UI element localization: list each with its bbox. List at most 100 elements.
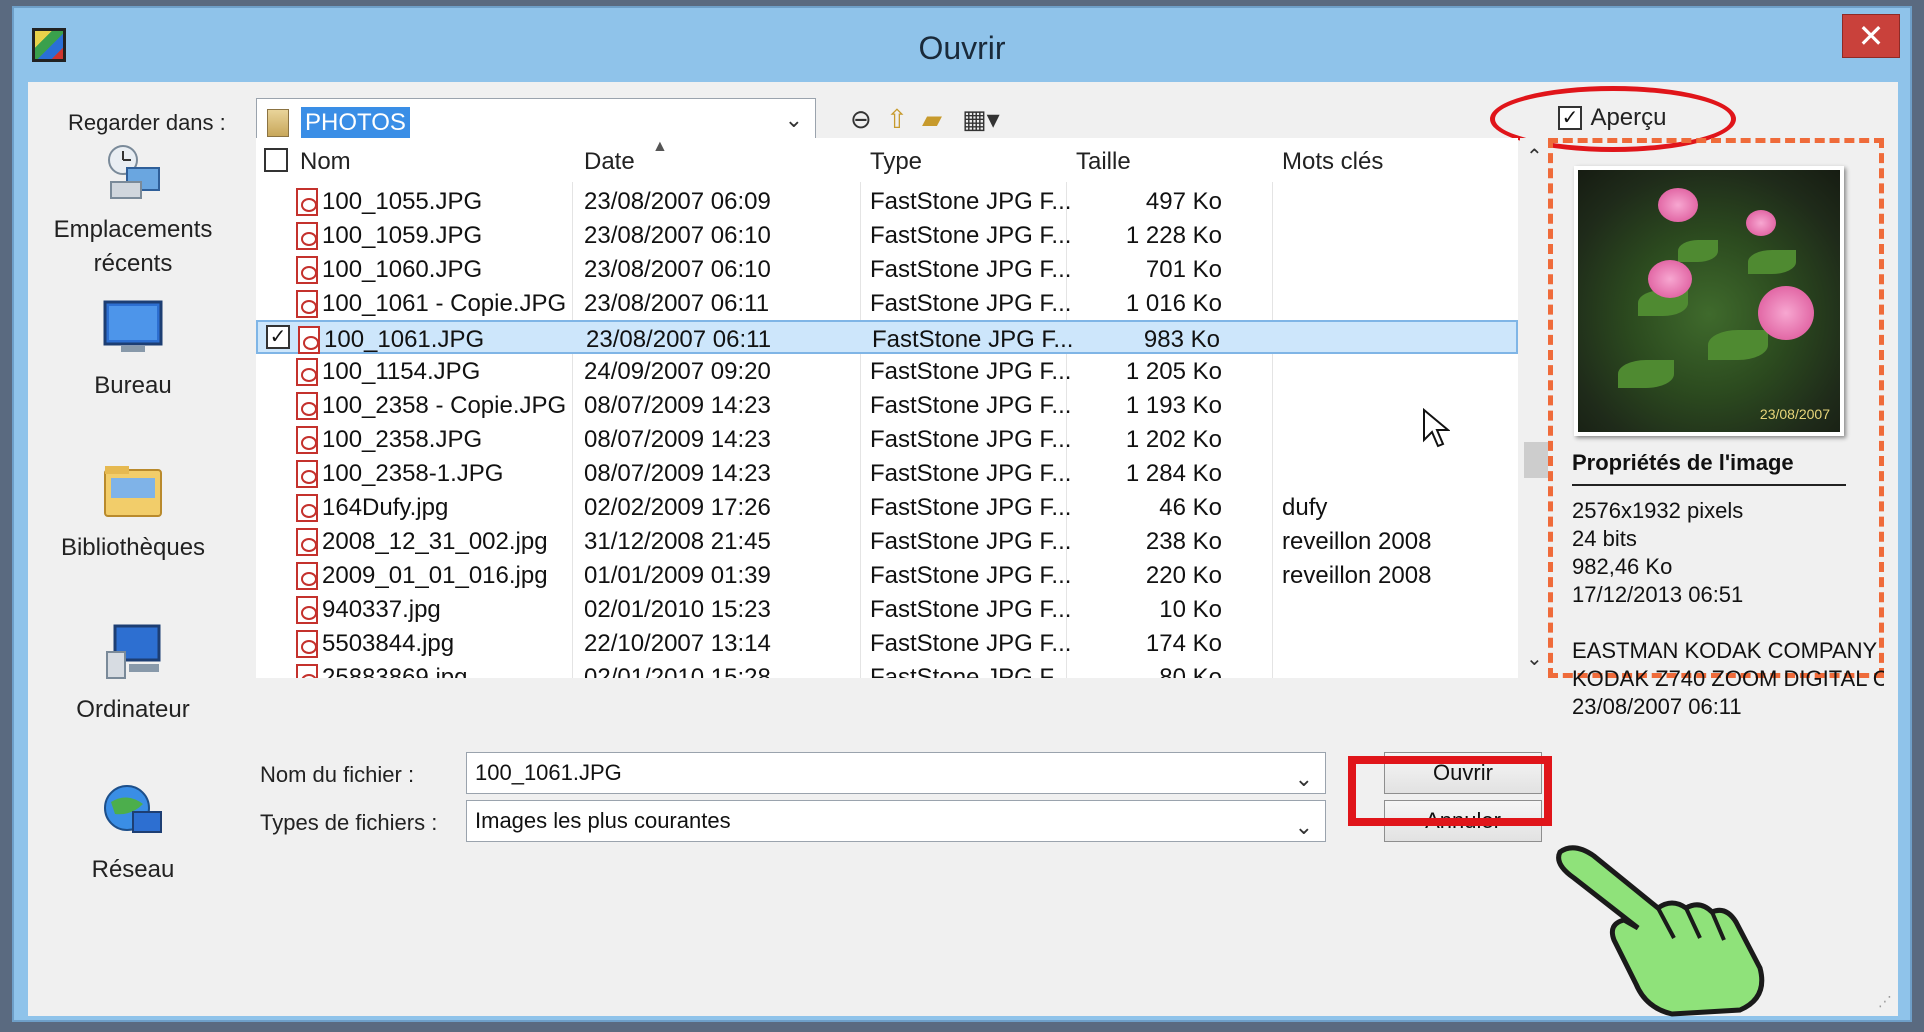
file-row[interactable]: 5503844.jpg 22/10/2007 13:14 FastStone JPG… xyxy=(256,626,1518,660)
file-size: 46 Ko xyxy=(1159,494,1222,521)
scrollbar-thumb[interactable] xyxy=(1524,442,1548,478)
back-icon[interactable]: ⊖ xyxy=(850,100,872,138)
place-libraries[interactable]: Bibliothèques xyxy=(38,460,228,565)
file-date: 08/07/2009 14:23 xyxy=(584,392,771,419)
file-size: 80 Ko xyxy=(1159,664,1222,678)
file-row[interactable]: 164Dufy.jpg 02/02/2009 17:26 FastStone JPG… xyxy=(256,490,1518,524)
select-all-checkbox[interactable] xyxy=(264,148,288,172)
file-list[interactable]: ▲ Nom Date Type Taille Mots clés 100_105… xyxy=(256,138,1518,678)
prop-dimensions: 2576x1932 pixels xyxy=(1572,498,1744,523)
file-size: 701 Ko xyxy=(1145,256,1222,283)
file-tags: reveillon 2008 xyxy=(1282,528,1432,555)
file-name: 25883869.jpg xyxy=(322,664,468,678)
filename-value: 100_1061.JPG xyxy=(475,760,622,785)
place-network[interactable]: Réseau xyxy=(38,782,228,887)
file-date: 08/07/2009 14:23 xyxy=(584,426,771,453)
file-row[interactable]: 2009_01_01_016.jpg 01/01/2009 01:39 FastSt… xyxy=(256,558,1518,592)
column-header-name[interactable]: Nom xyxy=(300,148,351,176)
folder-icon xyxy=(267,109,289,137)
file-type: FastStone JPG F... xyxy=(870,358,1072,385)
new-folder-icon[interactable]: ▰ xyxy=(922,100,942,138)
place-computer[interactable]: Ordinateur xyxy=(38,622,228,727)
prop-taken: 23/08/2007 06:11 xyxy=(1572,694,1742,719)
filetype-select[interactable]: Images les plus courantes ⌄ xyxy=(466,800,1326,842)
desktop-icon xyxy=(103,300,163,352)
file-date: 02/01/2010 15:23 xyxy=(584,596,771,623)
file-row[interactable]: 100_1061 - Copie.JPG 23/08/2007 06:11 Fast… xyxy=(256,286,1518,320)
filename-input[interactable]: 100_1061.JPG ⌄ xyxy=(466,752,1326,794)
file-row[interactable]: 100_1055.JPG 23/08/2007 06:09 FastStone JP… xyxy=(256,184,1518,218)
file-date: 02/01/2010 15:28 xyxy=(584,664,771,678)
scroll-up-icon[interactable]: ⌃ xyxy=(1526,144,1543,169)
file-row[interactable]: 100_2358 - Copie.JPG 08/07/2009 14:23 Fast… xyxy=(256,388,1518,422)
file-date: 24/09/2007 09:20 xyxy=(584,358,771,385)
divider xyxy=(1572,484,1846,486)
row-checkbox[interactable]: ✓ xyxy=(266,325,290,349)
view-menu-icon[interactable]: ▦▾ xyxy=(962,100,1000,138)
jpg-file-icon xyxy=(298,326,320,354)
file-row[interactable]: 25883869.jpg 02/01/2010 15:28 FastStone JP… xyxy=(256,660,1518,678)
file-date: 31/12/2008 21:45 xyxy=(584,528,771,555)
file-row[interactable]: 940337.jpg 02/01/2010 15:23 FastStone JPG … xyxy=(256,592,1518,626)
file-date: 08/07/2009 14:23 xyxy=(584,460,771,487)
file-row[interactable]: 100_2358-1.JPG 08/07/2009 14:23 FastStone … xyxy=(256,456,1518,490)
file-name: 100_2358.JPG xyxy=(322,426,483,453)
jpg-file-icon xyxy=(296,494,318,522)
jpg-file-icon xyxy=(296,460,318,488)
look-in-label: Regarder dans : xyxy=(68,110,226,135)
prop-maker: EASTMAN KODAK COMPANY xyxy=(1572,638,1878,663)
file-date: 23/08/2007 06:10 xyxy=(584,222,771,249)
file-size: 220 Ko xyxy=(1145,562,1222,589)
file-date: 23/08/2007 06:11 xyxy=(586,326,772,353)
file-row[interactable]: 100_1154.JPG 24/09/2007 09:20 FastStone JP… xyxy=(256,354,1518,388)
resize-grip-icon[interactable]: ⋰ xyxy=(1878,993,1892,1010)
jpg-file-icon xyxy=(296,358,318,386)
jpg-file-icon xyxy=(296,664,318,678)
filetype-value: Images les plus courantes xyxy=(475,808,731,833)
column-header-date[interactable]: Date xyxy=(584,148,635,176)
file-size: 983 Ko xyxy=(1143,326,1220,353)
file-row[interactable]: 100_1060.JPG 23/08/2007 06:10 FastStone JP… xyxy=(256,252,1518,286)
file-row[interactable]: 2008_12_31_002.jpg 31/12/2008 21:45 FastSt… xyxy=(256,524,1518,558)
jpg-file-icon xyxy=(296,256,318,284)
chevron-down-icon[interactable]: ⌄ xyxy=(1295,807,1313,847)
jpg-file-icon xyxy=(296,426,318,454)
place-recent[interactable]: Emplacements récents xyxy=(38,142,228,281)
chevron-down-icon[interactable]: ⌄ xyxy=(1295,759,1313,799)
file-name: 100_1061 - Copie.JPG xyxy=(322,290,567,317)
file-row[interactable]: 100_2358.JPG 08/07/2009 14:23 FastStone JP… xyxy=(256,422,1518,456)
close-button[interactable]: ✕ xyxy=(1842,14,1900,58)
file-size: 1 205 Ko xyxy=(1125,358,1222,385)
prop-filesize: 982,46 Ko xyxy=(1572,554,1673,579)
mouse-cursor-icon xyxy=(1423,408,1450,448)
file-row[interactable]: 100_1059.JPG 23/08/2007 06:10 FastStone JP… xyxy=(256,218,1518,252)
scroll-down-icon[interactable]: ⌄ xyxy=(1526,646,1543,671)
place-desktop[interactable]: Bureau xyxy=(38,298,228,403)
place-label: Ordinateur xyxy=(76,696,190,723)
preview-image: 23/08/2007 xyxy=(1574,166,1844,436)
title-bar[interactable]: Ouvrir ✕ xyxy=(14,8,1910,86)
file-type: FastStone JPG F... xyxy=(870,630,1072,657)
jpg-file-icon xyxy=(296,392,318,420)
file-row[interactable]: ✓ 100_1061.JPG 23/08/2007 06:11 FastStone J… xyxy=(256,320,1518,354)
chevron-down-icon[interactable]: ⌄ xyxy=(785,107,803,133)
file-size: 238 Ko xyxy=(1145,528,1222,555)
file-list-header: ▲ Nom Date Type Taille Mots clés xyxy=(256,138,1518,182)
column-header-size[interactable]: Taille xyxy=(1076,148,1131,176)
file-list-scrollbar[interactable]: ⌃ ⌄ xyxy=(1520,138,1550,678)
column-header-type[interactable]: Type xyxy=(870,148,922,176)
file-type: FastStone JPG F... xyxy=(870,256,1072,283)
prop-camera: KODAK Z740 ZOOM DIGITAL CAI xyxy=(1572,666,1884,691)
column-header-tags[interactable]: Mots clés xyxy=(1282,148,1383,176)
file-size: 1 193 Ko xyxy=(1125,392,1222,419)
file-type: FastStone JPG F... xyxy=(870,562,1072,589)
file-type: FastStone JPG F... xyxy=(870,494,1072,521)
file-type: FastStone JPG F... xyxy=(870,188,1072,215)
up-folder-icon[interactable]: ⇧ xyxy=(886,100,908,138)
jpg-file-icon xyxy=(296,562,318,590)
file-name: 100_1061.JPG xyxy=(324,326,485,353)
file-name: 164Dufy.jpg xyxy=(322,494,449,521)
file-date: 01/01/2009 01:39 xyxy=(584,562,771,589)
file-name: 5503844.jpg xyxy=(322,630,455,657)
file-name: 100_1059.JPG xyxy=(322,222,483,249)
